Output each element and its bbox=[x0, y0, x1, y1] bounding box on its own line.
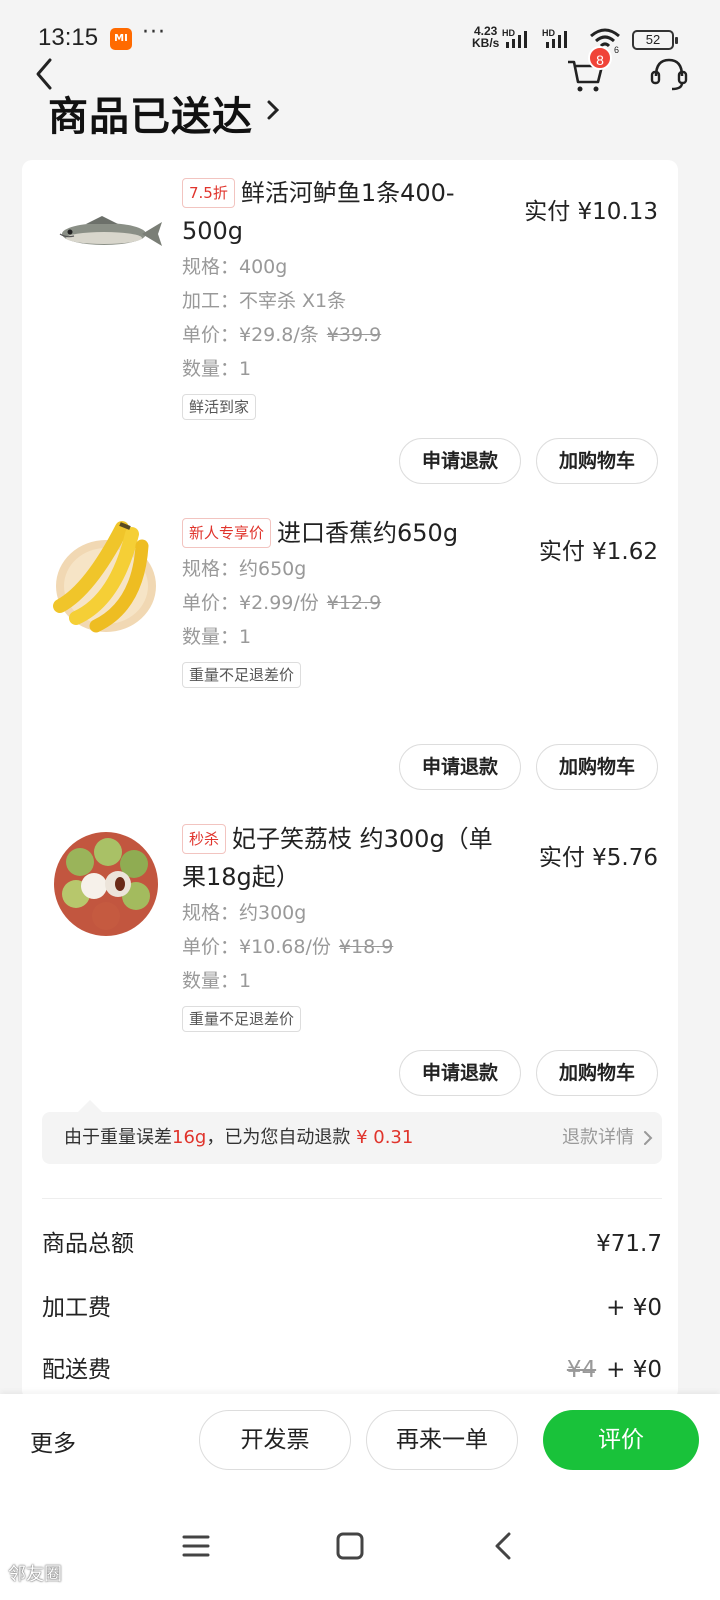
watermark: 邻友圈 bbox=[8, 1564, 62, 1585]
signal-icon-2: HD bbox=[542, 28, 567, 48]
item-paid-price: 实付 ¥10.13 bbox=[524, 199, 658, 225]
goods-total-label: 商品总额 bbox=[42, 1231, 134, 1257]
chevron-right-icon[interactable] bbox=[264, 96, 282, 124]
item-info: 新人专享价 进口香蕉约650g 规格：约650g 单价：¥2.99/份 ¥12.9 … bbox=[182, 514, 512, 688]
item-spec: 规格：约650g bbox=[182, 558, 307, 580]
mi-notification-icon: MI bbox=[110, 28, 132, 50]
item-title[interactable]: 7.5折 鲜活河鲈鱼1条400-500g bbox=[182, 174, 512, 250]
flash-sale-tag: 秒杀 bbox=[182, 824, 227, 854]
refund-amount: ¥ 0.31 bbox=[356, 1127, 414, 1148]
processing-fee-label: 加工费 bbox=[42, 1295, 111, 1321]
status-bar: 13:15 MI ··· 4.23 KB/s HD HD 6 52 bbox=[0, 0, 720, 56]
refund-button[interactable]: 申请退款 bbox=[399, 438, 521, 484]
invoice-button[interactable]: 开发票 bbox=[199, 1410, 351, 1470]
bottom-action-bar: 更多 开发票 再来一单 评价 bbox=[0, 1394, 720, 1490]
item-quantity: 数量：1 bbox=[182, 358, 252, 380]
service-tag: 重量不足退差价 bbox=[182, 1006, 302, 1032]
newcomer-price-tag: 新人专享价 bbox=[182, 518, 272, 548]
item-unit-price: 单价：¥2.99/份 ¥12.9 bbox=[182, 592, 382, 614]
refund-button[interactable]: 申请退款 bbox=[399, 1050, 521, 1096]
service-tag: 重量不足退差价 bbox=[182, 662, 302, 688]
item-name: 进口香蕉约650g bbox=[277, 519, 459, 547]
svg-text:HD: HD bbox=[502, 28, 515, 38]
order-card: 7.5折 鲜活河鲈鱼1条400-500g 规格：400g 加工：不宰杀 X1条 单… bbox=[22, 160, 678, 1400]
cart-count-badge: 8 bbox=[588, 46, 612, 70]
item-info: 秒杀 妃子笑荔枝 约300g（单果18g起） 规格：约300g 单价：¥10.68… bbox=[182, 820, 512, 1032]
network-speed: 4.23 KB/s bbox=[472, 24, 500, 50]
back-nav-icon[interactable] bbox=[484, 1526, 524, 1566]
add-to-cart-button[interactable]: 加购物车 bbox=[536, 1050, 658, 1096]
home-icon[interactable] bbox=[330, 1526, 370, 1566]
more-button[interactable]: 更多 bbox=[30, 1424, 76, 1458]
discount-tag: 7.5折 bbox=[182, 178, 235, 208]
item-title[interactable]: 秒杀 妃子笑荔枝 约300g（单果18g起） bbox=[182, 820, 512, 896]
battery-indicator: 52 bbox=[632, 30, 678, 50]
item-quantity: 数量：1 bbox=[182, 970, 252, 992]
lychee-product-image[interactable] bbox=[46, 824, 166, 944]
item-quantity: 数量：1 bbox=[182, 626, 252, 648]
processing-fee-row: 加工费 + ¥0 bbox=[42, 1288, 662, 1328]
item-name: 妃子笑荔枝 约300g（单果18g起） bbox=[182, 825, 493, 891]
delivery-fee-row: 配送费 ¥4 + ¥0 bbox=[42, 1350, 662, 1390]
page-title[interactable]: 商品已送达 bbox=[48, 84, 253, 142]
refund-notice-text: 由于重量误差16g，已为您自动退款 ¥ 0.31 bbox=[64, 1127, 414, 1148]
add-to-cart-button[interactable]: 加购物车 bbox=[536, 744, 658, 790]
delivery-fee-original: ¥4 bbox=[566, 1357, 597, 1383]
review-button[interactable]: 评价 bbox=[543, 1410, 699, 1470]
original-price: ¥12.9 bbox=[326, 592, 382, 614]
chevron-right-icon[interactable] bbox=[642, 1130, 654, 1146]
refund-details-link[interactable]: 退款详情 bbox=[562, 1126, 634, 1150]
item-spec: 规格：400g bbox=[182, 256, 288, 278]
banana-product-image[interactable] bbox=[46, 520, 166, 640]
original-price: ¥18.9 bbox=[338, 936, 394, 958]
item-unit-price: 单价：¥29.8/条 ¥39.9 bbox=[182, 324, 382, 346]
fish-product-image[interactable] bbox=[46, 178, 166, 298]
item-title[interactable]: 新人专享价 进口香蕉约650g bbox=[182, 514, 512, 552]
auto-refund-notice[interactable]: 由于重量误差16g，已为您自动退款 ¥ 0.31 退款详情 bbox=[42, 1112, 662, 1164]
item-spec: 规格：约300g bbox=[182, 902, 307, 924]
service-tag: 鲜活到家 bbox=[182, 394, 257, 420]
customer-service-icon[interactable] bbox=[648, 54, 690, 94]
refund-weight: 16g bbox=[172, 1127, 207, 1148]
processing-fee-value: + ¥0 bbox=[606, 1295, 662, 1321]
reorder-button[interactable]: 再来一单 bbox=[366, 1410, 518, 1470]
add-to-cart-button[interactable]: 加购物车 bbox=[536, 438, 658, 484]
refund-notice-pointer bbox=[78, 1100, 102, 1112]
divider bbox=[42, 1198, 662, 1199]
item-unit-price: 单价：¥10.68/份 ¥18.9 bbox=[182, 936, 394, 958]
original-price: ¥39.9 bbox=[326, 324, 382, 346]
item-paid-price: 实付 ¥5.76 bbox=[538, 845, 658, 871]
item-paid-price: 实付 ¥1.62 bbox=[538, 539, 658, 565]
delivery-fee-value: ¥4 + ¥0 bbox=[566, 1357, 662, 1383]
goods-total-value: ¥71.7 bbox=[596, 1231, 662, 1257]
item-processing: 加工：不宰杀 X1条 bbox=[182, 290, 347, 312]
delivery-fee-label: 配送费 bbox=[42, 1357, 111, 1383]
svg-text:HD: HD bbox=[542, 28, 555, 38]
item-info: 7.5折 鲜活河鲈鱼1条400-500g 规格：400g 加工：不宰杀 X1条 单… bbox=[182, 174, 512, 420]
system-navigation-bar bbox=[0, 1490, 720, 1600]
status-time: 13:15 bbox=[38, 24, 99, 51]
svg-text:6: 6 bbox=[614, 45, 619, 54]
refund-button[interactable]: 申请退款 bbox=[399, 744, 521, 790]
goods-total-row: 商品总额 ¥71.7 bbox=[42, 1224, 662, 1264]
signal-icon: HD bbox=[502, 28, 527, 48]
more-notifications-icon: ··· bbox=[142, 20, 166, 45]
menu-icon[interactable] bbox=[176, 1526, 216, 1566]
